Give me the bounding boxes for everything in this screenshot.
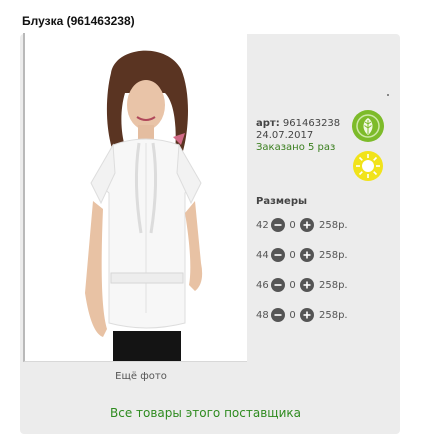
- ordered-count: Заказано 5 раз: [256, 142, 336, 153]
- minus-icon: [274, 224, 282, 226]
- size-price: 258р.: [319, 309, 348, 321]
- size-row: 48 0 258р.: [256, 306, 348, 324]
- product-date: 24.07.2017: [256, 130, 314, 141]
- plus-icon: [303, 281, 311, 289]
- plus-icon: [303, 311, 311, 319]
- minus-button[interactable]: [271, 218, 285, 232]
- plus-button[interactable]: [300, 218, 314, 232]
- size-label: 44: [256, 249, 269, 261]
- product-image: [85, 50, 203, 361]
- supplier-products-link[interactable]: Все товары этого поставщика: [110, 406, 301, 420]
- quantity-value: 0: [289, 279, 296, 291]
- minus-button[interactable]: [271, 278, 285, 292]
- plus-icon: [303, 221, 311, 229]
- sun-icon: [352, 150, 384, 182]
- minus-icon: [274, 254, 282, 256]
- product-title: Блузка (961463238): [22, 14, 135, 28]
- product-info: арт: 961463238 24.07.2017 Заказано 5 раз: [256, 118, 340, 154]
- article-value: 961463238: [282, 118, 341, 129]
- minus-button[interactable]: [271, 308, 285, 322]
- sizes-title: Размеры: [256, 196, 308, 207]
- minus-icon: [274, 314, 282, 316]
- quantity-value: 0: [289, 249, 296, 261]
- size-row: 46 0 258р.: [256, 276, 348, 294]
- plus-button[interactable]: [300, 278, 314, 292]
- plus-button[interactable]: [300, 248, 314, 262]
- plus-button[interactable]: [300, 308, 314, 322]
- size-price: 258р.: [319, 219, 348, 231]
- plus-icon: [303, 251, 311, 259]
- quantity-value: 0: [289, 309, 296, 321]
- size-row: 42 0 258р.: [256, 216, 348, 234]
- divider-dot: [387, 94, 389, 96]
- quantity-value: 0: [289, 219, 296, 231]
- minus-icon: [274, 284, 282, 286]
- article-label: арт:: [256, 118, 280, 129]
- size-row: 44 0 258р.: [256, 246, 348, 264]
- size-price: 258р.: [319, 279, 348, 291]
- minus-button[interactable]: [271, 248, 285, 262]
- size-price: 258р.: [319, 249, 348, 261]
- size-label: 48: [256, 309, 269, 321]
- product-photo[interactable]: [23, 33, 247, 362]
- more-photos-link[interactable]: Ещё фото: [96, 371, 186, 382]
- size-label: 42: [256, 219, 269, 231]
- size-label: 46: [256, 279, 269, 291]
- leaf-icon: [352, 110, 384, 142]
